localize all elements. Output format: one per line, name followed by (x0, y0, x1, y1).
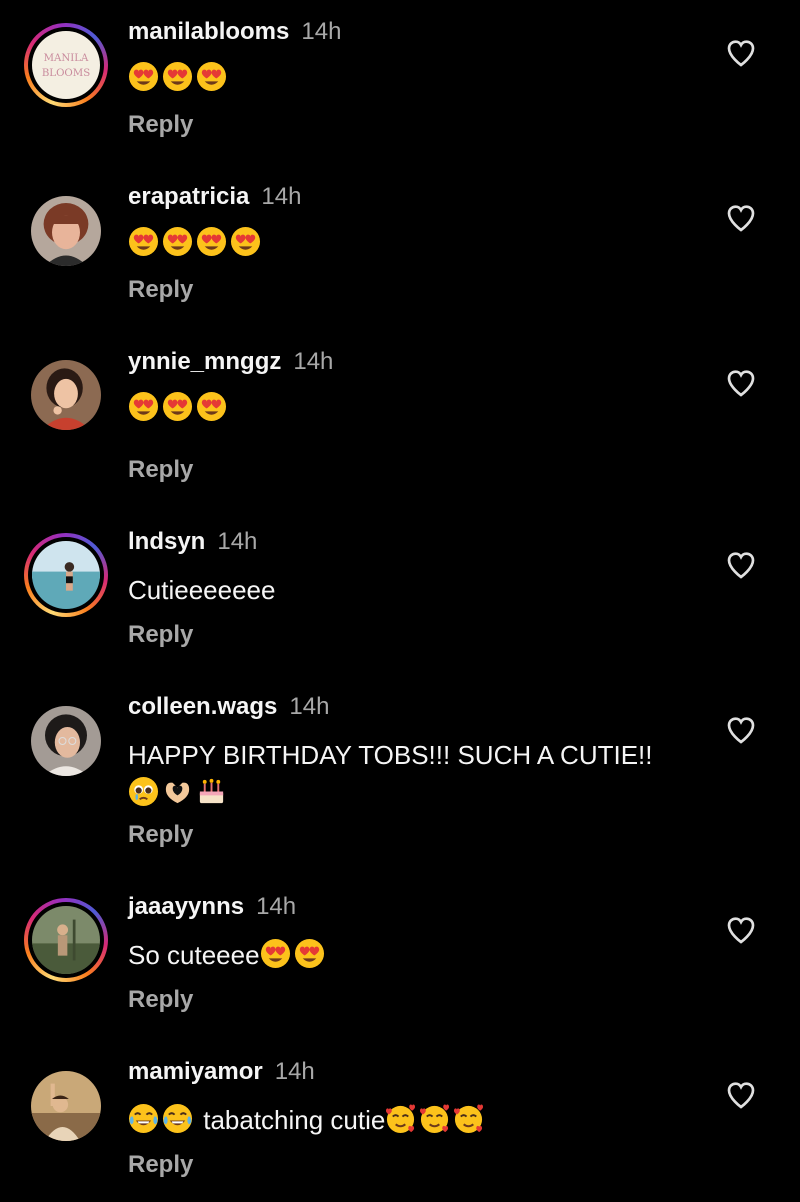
heart-icon[interactable] (724, 714, 758, 746)
comment-header: ynnie_mnggz 14h (128, 347, 333, 377)
reply-button[interactable]: Reply (128, 110, 193, 140)
avatar[interactable] (31, 1071, 101, 1141)
comment-text (128, 226, 264, 260)
username[interactable]: jaaayynns (128, 893, 244, 920)
username[interactable]: manilablooms (128, 18, 289, 45)
reply-button[interactable]: Reply (128, 275, 193, 305)
heart-icon[interactable] (724, 549, 758, 581)
tears-of-joy-emoji (162, 1103, 193, 1134)
comment-text (128, 61, 230, 95)
birthday-cake-emoji (196, 776, 227, 807)
comment-body: HAPPY BIRTHDAY TOBS!!! SUCH A CUTIE!! (128, 740, 653, 770)
timestamp: 14h (256, 893, 297, 920)
avatar: MANILA BLOOMS (32, 31, 100, 99)
heart-eyes-emoji (196, 226, 227, 257)
username[interactable]: mamiyamor (128, 1058, 263, 1085)
comment-item: erapatricia 14h Reply (0, 165, 800, 330)
reply-button[interactable]: Reply (128, 820, 193, 850)
avatar[interactable] (31, 706, 101, 776)
username[interactable]: ynnie_mnggz (128, 348, 281, 375)
heart-eyes-emoji (260, 938, 291, 969)
heart-eyes-emoji (196, 391, 227, 422)
comment-header: manilablooms 14h (128, 17, 341, 47)
timestamp: 14h (261, 183, 302, 210)
heart-eyes-emoji (128, 391, 159, 422)
comment-body: Cutieeeeeee (128, 575, 276, 605)
comment-item: colleen.wags 14h HAPPY BIRTHDAY TOBS!!! S… (0, 675, 800, 875)
comment-text: So cuteeee (128, 938, 328, 972)
username[interactable]: lndsyn (128, 528, 205, 555)
comment-header: lndsyn 14h (128, 527, 257, 557)
username[interactable]: erapatricia (128, 183, 249, 210)
heart-eyes-emoji (162, 226, 193, 257)
avatar (32, 906, 100, 974)
comment-item: MANILA BLOOMS manilablooms 14h Reply (0, 0, 800, 165)
reply-button[interactable]: Reply (128, 1150, 193, 1180)
reply-button[interactable]: Reply (128, 985, 193, 1015)
heart-icon[interactable] (724, 37, 758, 69)
smiling-hearts-emoji (385, 1103, 416, 1134)
comment-item: mamiyamor 14h tabatching cutie Reply (0, 1040, 800, 1202)
comment-item: ynnie_mnggz 14h Reply (0, 330, 800, 510)
timestamp: 14h (301, 18, 342, 45)
avatar (32, 541, 100, 609)
comment-text: tabatching cutie (128, 1103, 487, 1137)
heart-eyes-emoji (294, 938, 325, 969)
comment-header: erapatricia 14h (128, 182, 301, 212)
timestamp: 14h (217, 528, 258, 555)
avatar[interactable] (31, 196, 101, 266)
comment-header: jaaayynns 14h (128, 892, 296, 922)
heart-icon[interactable] (724, 202, 758, 234)
avatar-story-ring[interactable] (24, 898, 108, 982)
avatar[interactable] (31, 360, 101, 430)
comment-text (128, 391, 230, 425)
comment-emojis (128, 776, 230, 810)
heart-icon[interactable] (724, 367, 758, 399)
comment-header: colleen.wags 14h (128, 692, 329, 722)
heart-eyes-emoji (162, 391, 193, 422)
comment-header: mamiyamor 14h (128, 1057, 315, 1087)
username[interactable]: colleen.wags (128, 693, 277, 720)
avatar-story-ring[interactable]: MANILA BLOOMS (24, 23, 108, 107)
tears-of-joy-emoji (128, 1103, 159, 1134)
avatar-story-ring[interactable] (24, 533, 108, 617)
heart-icon[interactable] (724, 914, 758, 946)
timestamp: 14h (293, 348, 334, 375)
heart-eyes-emoji (128, 226, 159, 257)
comment-item: jaaayynns 14h So cuteeee Reply (0, 875, 800, 1040)
comment-item: lndsyn 14h Cutieeeeeee Reply (0, 510, 800, 675)
heart-eyes-emoji (162, 61, 193, 92)
comment-text: HAPPY BIRTHDAY TOBS!!! SUCH A CUTIE!! (128, 738, 653, 772)
reply-button[interactable]: Reply (128, 455, 193, 485)
timestamp: 14h (274, 1058, 315, 1085)
smiling-hearts-emoji (419, 1103, 450, 1134)
avatar-logo-line1: MANILA (44, 53, 89, 64)
comment-text: Cutieeeeeee (128, 573, 275, 607)
heart-icon[interactable] (724, 1079, 758, 1111)
pleading-face-emoji (128, 776, 159, 807)
heart-eyes-emoji (128, 61, 159, 92)
reply-button[interactable]: Reply (128, 620, 193, 650)
comment-body: So cuteeee (128, 940, 260, 970)
heart-eyes-emoji (230, 226, 261, 257)
heart-hands-emoji (162, 776, 193, 807)
comment-body: tabatching cutie (196, 1105, 386, 1135)
heart-eyes-emoji (196, 61, 227, 92)
avatar-logo-line2: BLOOMS (42, 68, 90, 79)
timestamp: 14h (289, 693, 330, 720)
smiling-hearts-emoji (453, 1103, 484, 1134)
